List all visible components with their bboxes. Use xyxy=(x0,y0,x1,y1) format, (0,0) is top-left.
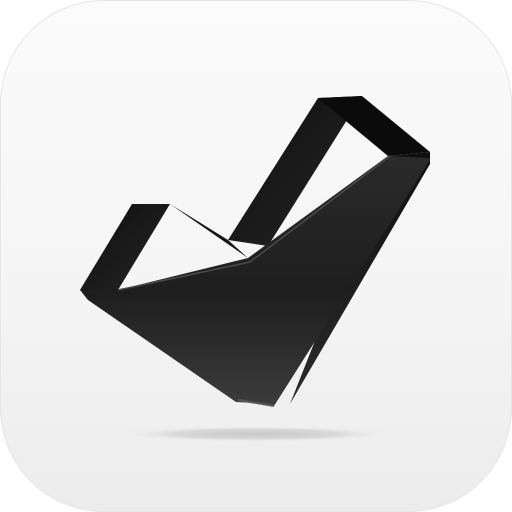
check-front-face xyxy=(82,156,430,406)
app-icon[interactable] xyxy=(0,0,512,512)
drop-shadow xyxy=(118,426,394,442)
screen xyxy=(0,0,512,512)
check-short-top xyxy=(80,204,170,290)
checkmark-icon xyxy=(80,96,430,442)
